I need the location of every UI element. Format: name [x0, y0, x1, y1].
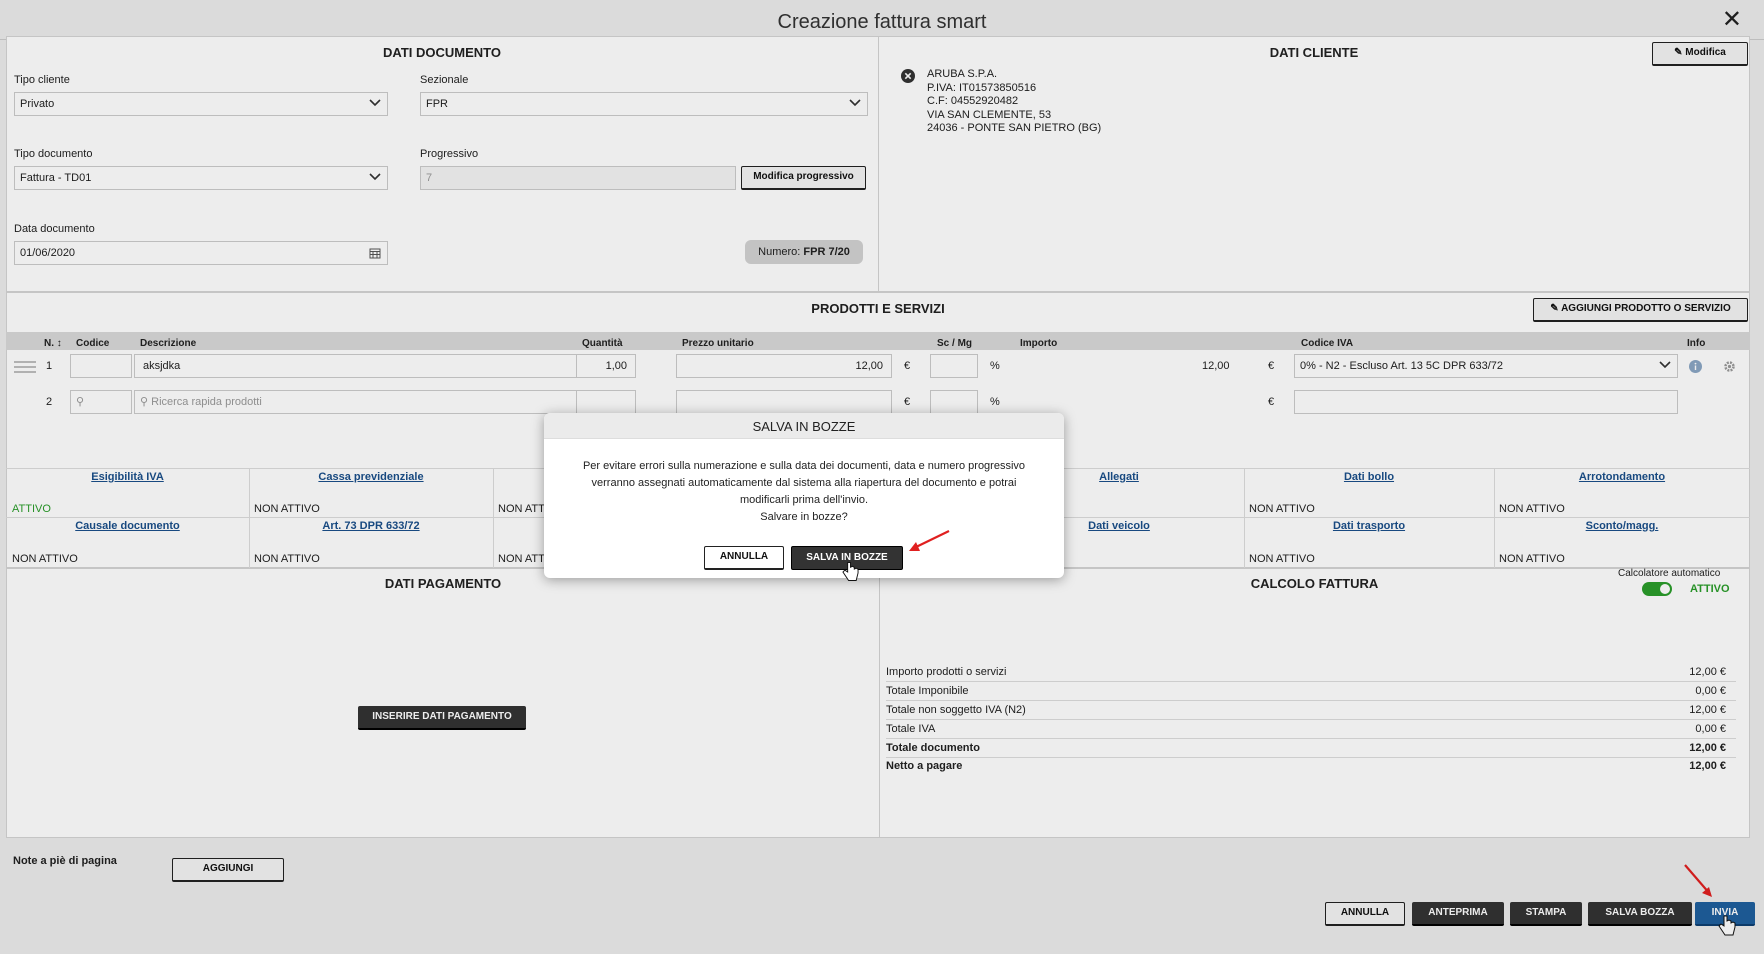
dialog-title: SALVA IN BOZZE	[544, 413, 1064, 439]
dialog-cancel-button[interactable]: ANNULLA	[704, 546, 784, 570]
dialog-line: verranno assegnati automaticamente dal s…	[591, 477, 1017, 489]
dialog-question: Salvare in bozze?	[760, 511, 848, 523]
dialog-message: Per evitare errori sulla numerazione e s…	[564, 458, 1044, 526]
dialog-line: Per evitare errori sulla numerazione e s…	[582, 460, 1026, 472]
annotation-arrow-icon	[909, 530, 950, 551]
cursor-hand-icon	[842, 562, 859, 581]
dialog-line: modificarli prima dell'invio.	[739, 494, 869, 506]
salva-bozze-dialog: SALVA IN BOZZE Per evitare errori sulla …	[544, 413, 1064, 581]
